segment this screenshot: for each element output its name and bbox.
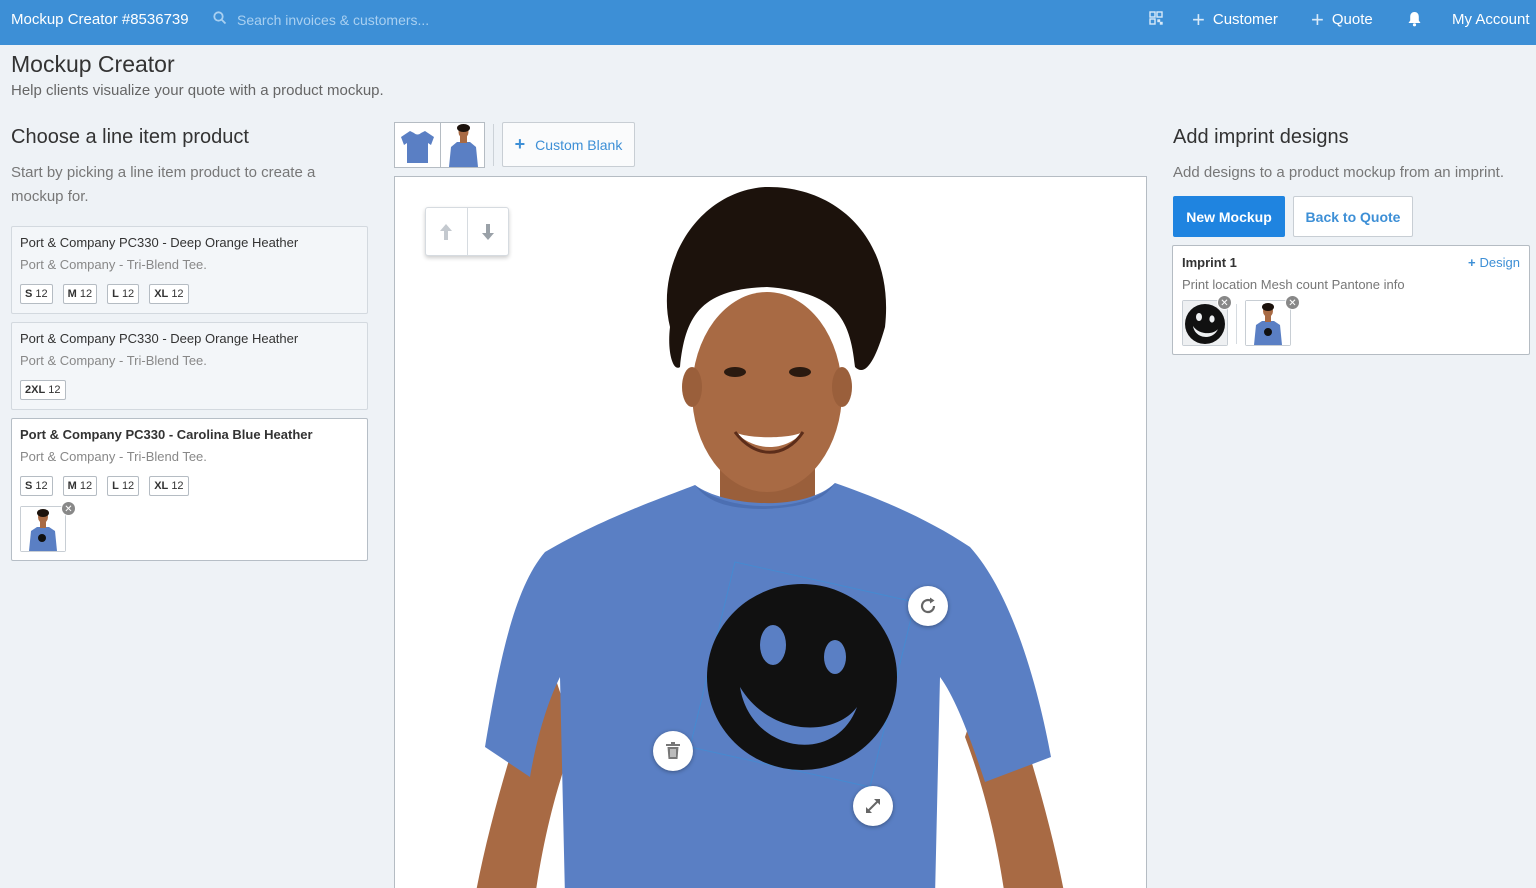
custom-blank-button[interactable]: + Custom Blank	[502, 122, 635, 167]
product-subtitle: Port & Company - Tri-Blend Tee.	[20, 257, 207, 272]
plus-icon: +	[1467, 255, 1476, 270]
size-chip: XL 12	[149, 284, 189, 304]
size-chip: L 12	[107, 476, 140, 496]
resize-icon[interactable]	[853, 786, 893, 826]
imprint-title: Imprint 1	[1182, 255, 1237, 270]
imprint-designs-description: Add designs to a product mockup from an …	[1173, 164, 1504, 181]
size-list: S 12 M 12 L 12 XL 12	[20, 476, 189, 496]
my-account-link[interactable]: My Account	[1452, 11, 1530, 28]
imprint-designs-heading: Add imprint designs	[1173, 126, 1349, 148]
search-box[interactable]: Search invoices & customers...	[213, 11, 429, 28]
add-design-label: Design	[1479, 255, 1520, 270]
app-title: Mockup Creator #8536739	[11, 11, 189, 28]
delete-icon[interactable]	[653, 731, 693, 771]
rotate-icon[interactable]	[908, 586, 948, 626]
product-name: Port & Company PC330 - Carolina Blue Hea…	[20, 427, 313, 442]
choose-product-description: Start by picking a line item product to …	[11, 164, 316, 205]
add-design-button[interactable]: + Design	[1468, 255, 1520, 270]
product-subtitle: Port & Company - Tri-Blend Tee.	[20, 449, 207, 464]
search-icon	[213, 11, 237, 28]
size-list: 2XL 12	[20, 380, 66, 400]
size-list: S 12 M 12 L 12 XL 12	[20, 284, 189, 304]
new-customer-button[interactable]: + Customer	[1192, 7, 1278, 32]
layer-order-controls	[425, 207, 509, 256]
new-quote-button[interactable]: + Quote	[1311, 7, 1373, 32]
remove-mockup-icon[interactable]: ✕	[61, 501, 76, 516]
model-shirt-thumbnail[interactable]	[440, 123, 485, 167]
design-thumbnail[interactable]: ✕	[1182, 295, 1232, 346]
customer-label: Customer	[1212, 11, 1278, 28]
product-subtitle: Port & Company - Tri-Blend Tee.	[20, 353, 207, 368]
remove-mockup-icon[interactable]: ✕	[1285, 295, 1300, 310]
product-card[interactable]: Port & Company PC330 - Deep Orange Heath…	[11, 322, 368, 410]
search-input[interactable]: Search invoices & customers...	[237, 12, 429, 28]
imprint-card: Imprint 1 + Design Print location Mesh co…	[1172, 245, 1530, 355]
plus-icon: +	[1311, 7, 1324, 32]
back-to-quote-button[interactable]: Back to Quote	[1293, 196, 1413, 237]
bell-icon[interactable]	[1407, 11, 1422, 27]
mockup-canvas[interactable]	[394, 176, 1147, 888]
qr-code-icon[interactable]	[1149, 11, 1163, 25]
size-chip: XL 12	[149, 476, 189, 496]
size-chip: S 12	[20, 284, 53, 304]
blank-shirt-thumbnail[interactable]	[395, 123, 440, 167]
model-photo	[476, 186, 1064, 888]
product-name: Port & Company PC330 - Deep Orange Heath…	[20, 331, 299, 346]
plus-icon: +	[514, 134, 526, 154]
move-up-icon[interactable]	[426, 208, 467, 255]
thumbnail-divider	[1236, 304, 1237, 344]
view-toggle[interactable]	[394, 122, 485, 168]
imprint-info: Print location Mesh count Pantone info	[1182, 277, 1405, 292]
mockup-thumbnail[interactable]: ✕	[1245, 295, 1300, 346]
top-bar: Mockup Creator #8536739 Search invoices …	[0, 0, 1536, 45]
move-down-icon[interactable]	[466, 208, 508, 255]
remove-design-icon[interactable]: ✕	[1217, 295, 1232, 310]
new-mockup-button[interactable]: New Mockup	[1173, 196, 1285, 237]
mockup-thumbnail[interactable]: ✕	[20, 501, 76, 552]
page-subtitle: Help clients visualize your quote with a…	[11, 82, 384, 99]
toolbar-divider	[493, 124, 494, 166]
size-chip: S 12	[20, 476, 53, 496]
product-card[interactable]: Port & Company PC330 - Deep Orange Heath…	[11, 226, 368, 314]
choose-product-heading: Choose a line item product	[11, 126, 249, 148]
custom-blank-label: Custom Blank	[535, 136, 623, 153]
size-chip: M 12	[62, 284, 98, 304]
product-name: Port & Company PC330 - Deep Orange Heath…	[20, 235, 299, 250]
plus-icon: +	[1192, 7, 1205, 32]
quote-label: Quote	[1331, 11, 1373, 28]
size-chip: M 12	[62, 476, 98, 496]
size-chip: L 12	[107, 284, 140, 304]
product-card-selected[interactable]: Port & Company PC330 - Carolina Blue Hea…	[11, 418, 368, 561]
size-chip: 2XL 12	[20, 380, 66, 400]
page-title: Mockup Creator	[11, 51, 175, 77]
